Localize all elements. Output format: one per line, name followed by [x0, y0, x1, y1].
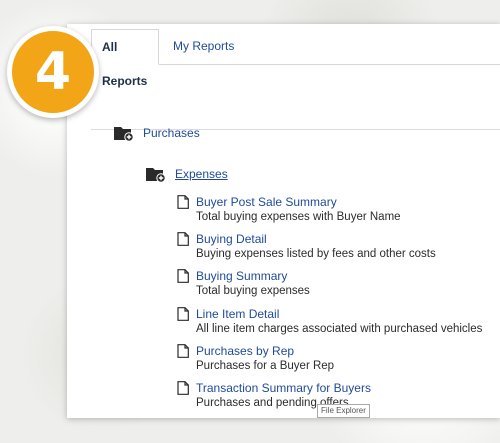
document-icon — [177, 232, 189, 246]
folder-add-icon — [146, 168, 166, 182]
document-icon — [177, 269, 189, 283]
document-icon — [177, 307, 189, 321]
report-tabs: All Reports My Reports — [91, 24, 500, 88]
report-title[interactable]: Transaction Summary for Buyers — [196, 381, 371, 395]
report-item[interactable]: Line Item Detail All line item charges a… — [177, 307, 482, 337]
report-title[interactable]: Purchases by Rep — [196, 344, 334, 358]
step-badge: 4 — [7, 26, 99, 118]
step-number: 4 — [34, 42, 72, 102]
report-title[interactable]: Buyer Post Sale Summary — [196, 195, 401, 209]
report-description: Purchases for a Buyer Rep — [196, 360, 335, 372]
folder-expenses-label[interactable]: Expenses — [175, 167, 228, 181]
document-icon — [177, 195, 189, 209]
report-title[interactable]: Line Item Detail — [196, 307, 482, 321]
document-icon — [177, 344, 189, 358]
tab-all-reports[interactable]: All Reports — [91, 29, 159, 88]
report-item[interactable]: Purchases by Rep Purchases for a Buyer R… — [177, 344, 334, 374]
report-title[interactable]: Buying Detail — [196, 232, 436, 246]
folder-expenses[interactable]: Expenses — [146, 166, 228, 182]
report-title[interactable]: Buying Summary — [196, 269, 310, 283]
tab-my-reports[interactable]: My Reports — [163, 29, 244, 64]
report-item[interactable]: Buying Detail Buying expenses listed by … — [177, 232, 436, 262]
report-item[interactable]: Buying Summary Total buying expenses — [177, 269, 310, 299]
folder-purchases-label[interactable]: Purchases — [143, 126, 200, 140]
report-description: Total buying expenses with Buyer Name — [196, 211, 401, 223]
reports-panel: All Reports My Reports Purchases Expense… — [67, 24, 500, 418]
report-description: Buying expenses listed by fees and other… — [196, 248, 436, 260]
folder-purchases[interactable]: Purchases — [114, 125, 200, 141]
report-description: All line item charges associated with pu… — [196, 323, 483, 335]
folder-add-icon — [114, 127, 134, 141]
report-item[interactable]: Buyer Post Sale Summary Total buying exp… — [177, 195, 401, 225]
tooltip: File Explorer — [317, 404, 370, 418]
report-description: Total buying expenses — [196, 285, 310, 297]
document-icon — [177, 381, 189, 395]
